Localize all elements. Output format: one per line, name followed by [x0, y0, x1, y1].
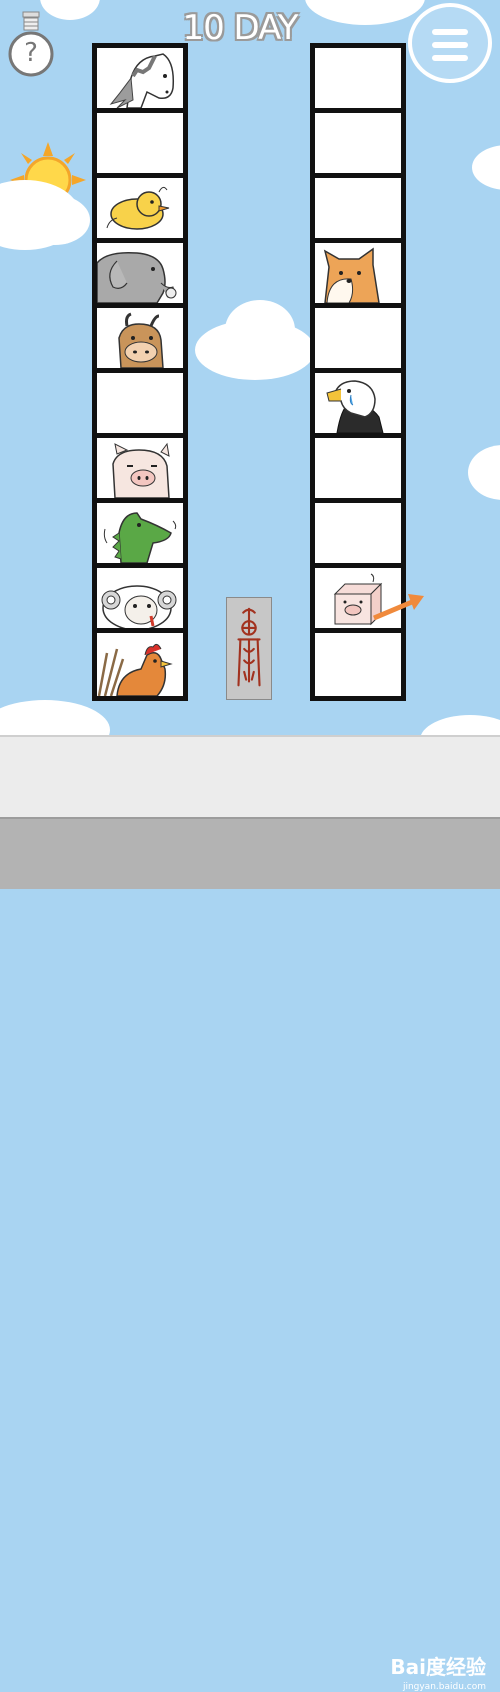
arrow-icon — [373, 594, 424, 621]
left-cell-5-ox[interactable] — [97, 308, 183, 368]
fox-icon — [323, 247, 380, 303]
ground-strip — [0, 735, 500, 817]
right-cell-3-empty[interactable] — [315, 178, 401, 238]
hint-button[interactable]: ? — [7, 10, 55, 80]
cloud — [468, 445, 500, 500]
hint-label: ? — [24, 38, 38, 68]
watermark: Bai度经验 jingyan.baidu.com — [390, 1651, 486, 1692]
left-cell-7-pig[interactable] — [97, 438, 183, 498]
cloud — [20, 195, 90, 245]
crocodile-icon — [103, 512, 177, 563]
stone-tablet[interactable] — [226, 597, 272, 700]
ox-icon — [118, 312, 164, 368]
pig-icon — [112, 442, 170, 498]
rooster-icon — [97, 643, 173, 696]
left-cell-6-empty[interactable] — [97, 373, 183, 433]
day-counter: 10 DAY — [182, 8, 298, 48]
elephant-icon — [97, 251, 177, 303]
menu-icon — [432, 29, 468, 35]
right-cell-6-eagle[interactable] — [315, 373, 401, 433]
left-cell-4-elephant[interactable] — [97, 243, 183, 303]
left-cell-8-crocodile[interactable] — [97, 503, 183, 563]
left-cell-2-empty[interactable] — [97, 113, 183, 173]
seal-glyph-icon — [237, 607, 261, 687]
cloud — [420, 715, 500, 735]
right-cell-10-empty[interactable] — [315, 633, 401, 696]
cloud — [0, 700, 110, 735]
ground-base: Bai度经验 jingyan.baidu.com — [0, 817, 500, 1692]
chick-icon — [106, 186, 170, 230]
right-cell-7-empty[interactable] — [315, 438, 401, 498]
cloud — [225, 300, 295, 360]
right-cell-4-fox[interactable] — [315, 243, 401, 303]
left-cell-9-sheep[interactable] — [97, 568, 183, 628]
horse-icon — [109, 53, 175, 108]
right-cell-8-empty[interactable] — [315, 503, 401, 563]
watermark-url: jingyan.baidu.com — [402, 1682, 486, 1692]
eagle-icon — [326, 380, 384, 433]
menu-button[interactable] — [408, 3, 492, 83]
right-cell-5-empty[interactable] — [315, 308, 401, 368]
left-cell-3-chick[interactable] — [97, 178, 183, 238]
sheep-icon — [101, 585, 177, 628]
watermark-brand: Bai度经验 — [390, 1655, 486, 1679]
right-cell-1-empty[interactable] — [315, 48, 401, 108]
left-cell-10-rooster[interactable] — [97, 633, 183, 696]
left-cell-1-horse[interactable] — [97, 48, 183, 108]
right-cell-2-empty[interactable] — [315, 113, 401, 173]
cloud — [472, 145, 500, 190]
